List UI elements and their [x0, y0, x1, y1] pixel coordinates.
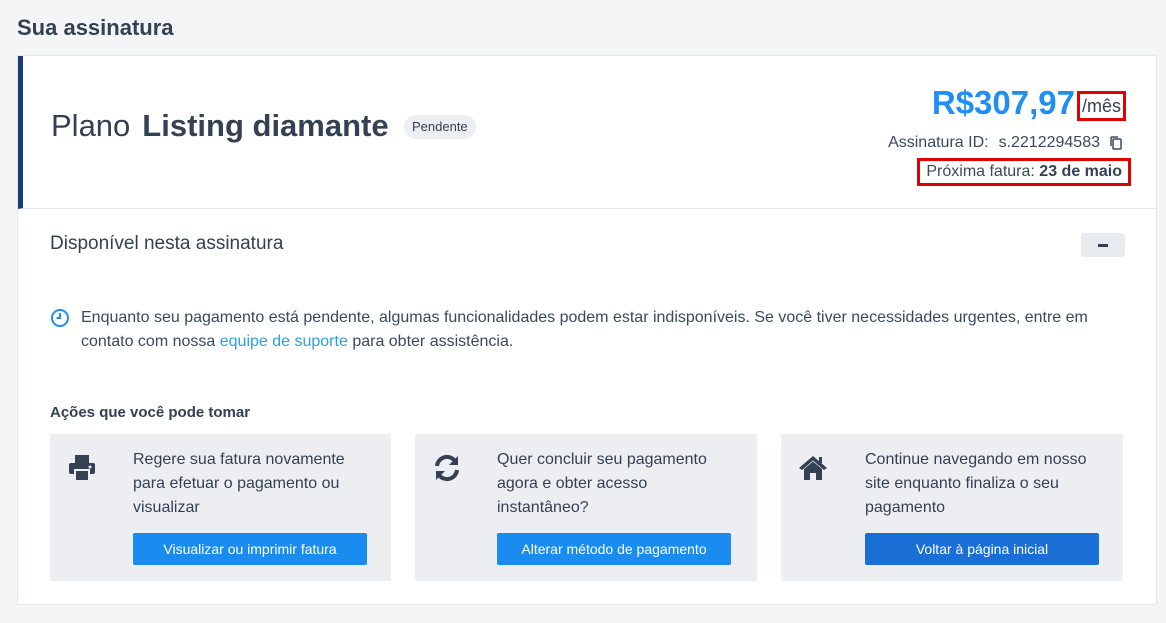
subscription-id-value: s.2212294583: [998, 134, 1100, 151]
plan-title: Listing diamante: [142, 108, 389, 143]
clock-icon: [51, 309, 69, 327]
next-invoice-label: Próxima fatura:: [926, 163, 1035, 180]
page-title: Sua assinatura: [17, 15, 174, 40]
notice-text-part2: para obter assistência.: [352, 333, 514, 350]
notice-text: Enquanto seu pagamento está pendente, al…: [81, 306, 1110, 354]
actions-title: Ações que você pode tomar: [50, 404, 251, 421]
printer-icon: [69, 455, 95, 482]
subscription-card: Plano Listing diamante Pendente R$307,97 …: [17, 55, 1157, 605]
available-section-title: Disponível nesta assinatura: [50, 233, 284, 254]
price-amount: R$307,97: [931, 84, 1075, 121]
status-badge: Pendente: [404, 115, 476, 139]
plan-header: Plano Listing diamante Pendente R$307,97 …: [18, 56, 1156, 209]
pending-notice: Enquanto seu pagamento está pendente, al…: [50, 306, 1110, 354]
action-card-home: Continue navegando em nosso site enquant…: [781, 434, 1123, 581]
back-to-home-button[interactable]: Voltar à página inicial: [865, 533, 1099, 565]
plan-prefix: Plano: [51, 108, 131, 143]
subscription-id-label: Assinatura ID:: [888, 134, 989, 151]
subscription-id: Assinatura ID: s.2212294583: [888, 134, 1124, 152]
action-description: Quer concluir seu pagamento agora e obte…: [497, 451, 707, 516]
action-card-payment: Quer concluir seu pagamento agora e obte…: [415, 434, 757, 581]
next-invoice: Próxima fatura: 23 de maio: [917, 158, 1131, 186]
action-card-invoice: Regere sua fatura novamente para efetuar…: [50, 434, 391, 581]
minus-icon: [1098, 243, 1108, 247]
copy-icon[interactable]: [1108, 135, 1124, 151]
price-period: /mês: [1076, 91, 1126, 121]
home-icon: [799, 456, 827, 480]
change-payment-method-button[interactable]: Alterar método de pagamento: [497, 533, 731, 565]
action-description: Regere sua fatura novamente para efetuar…: [133, 451, 345, 516]
support-link[interactable]: equipe de suporte: [220, 333, 348, 350]
plan-price: R$307,97 /mês: [932, 84, 1126, 122]
next-invoice-date: 23 de maio: [1039, 163, 1122, 180]
action-description: Continue navegando em nosso site enquant…: [865, 451, 1087, 516]
plan-name: Plano Listing diamante: [51, 108, 389, 144]
view-print-invoice-button[interactable]: Visualizar ou imprimir fatura: [133, 533, 367, 565]
collapse-button[interactable]: [1081, 233, 1125, 257]
refresh-icon: [435, 454, 459, 482]
